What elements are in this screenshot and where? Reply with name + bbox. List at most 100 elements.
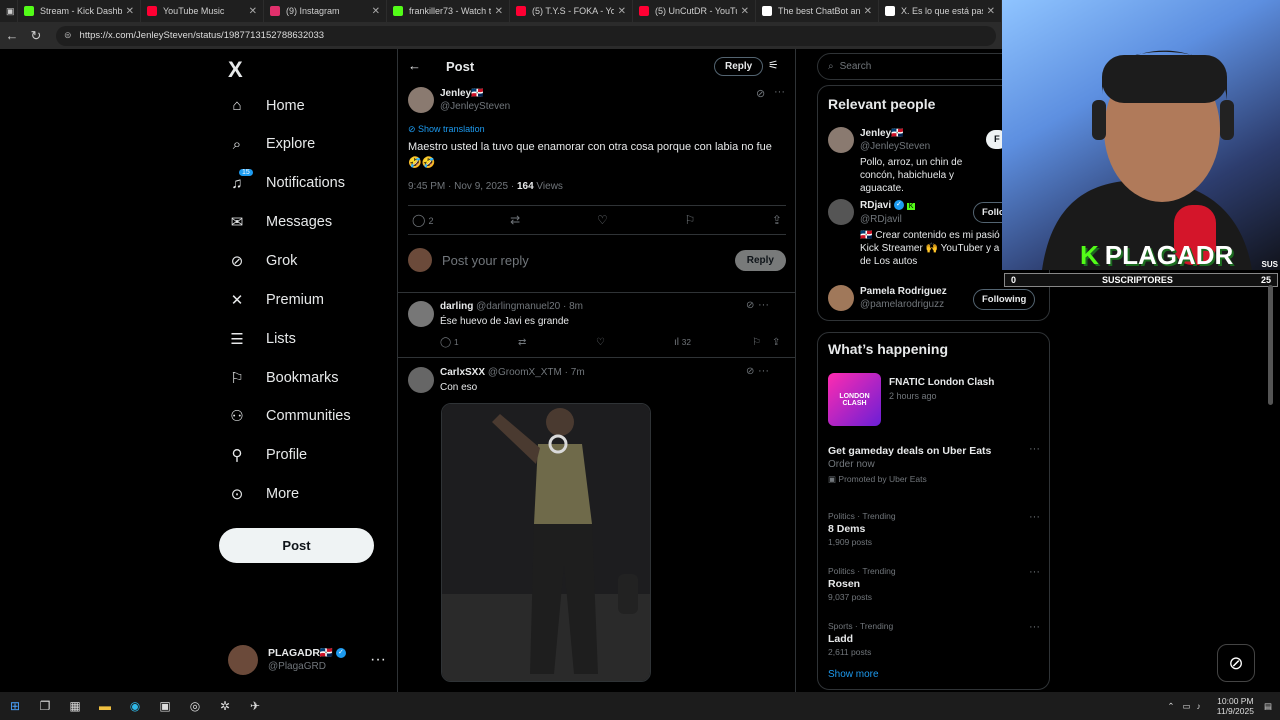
share-icon[interactable]: ⇪ [772,213,782,227]
trend-item[interactable]: Sports · Trending Ladd 2,611 posts ··· [828,621,1040,657]
close-icon[interactable]: ✕ [126,6,134,17]
refresh-icon[interactable]: ↻ [24,28,48,44]
browser-tab[interactable]: (5) UnCutDR - YouTube ✕ [633,0,756,22]
reply-photo[interactable] [441,403,651,682]
post-button[interactable]: Post [219,528,374,563]
volume-icon[interactable]: ♪ [1197,701,1201,711]
bookmark-icon[interactable]: ⚐ [752,337,761,348]
more-icon[interactable]: ··· [758,365,769,377]
post-author[interactable]: Jenley🇩🇴 @JenleySteven [408,87,510,113]
person-name[interactable]: Jenley🇩🇴 [860,127,1000,140]
nav-item-premium[interactable]: ✕ Premium [228,291,324,309]
repost-icon[interactable]: ⇄ [510,213,520,227]
grok-icon[interactable]: ⊘ [756,87,765,100]
show-more-link[interactable]: Show more [828,669,879,680]
more-icon[interactable]: ··· [1029,566,1040,578]
nav-item-explore[interactable]: ⌕ Explore [228,136,315,153]
nav-item-bookmarks[interactable]: ⚐ Bookmarks [228,369,338,387]
browser-tab[interactable]: YouTube Music ✕ [141,0,264,22]
nav-item-grok[interactable]: ⊘ Grok [228,252,298,270]
app-icon[interactable]: ✈ [240,692,270,720]
chevron-up-icon[interactable]: ⌃ [1167,701,1174,712]
avatar[interactable] [408,87,434,113]
grok-icon[interactable]: ⊘ [1217,644,1255,682]
x-logo-icon[interactable]: X [228,57,243,83]
nav-item-messages[interactable]: ✉ Messages [228,213,332,231]
nav-item-communities[interactable]: ⚇ Communities [228,407,350,425]
promo-item[interactable]: Get gameday deals on Uber Eats Order now… [828,443,1040,485]
store-icon[interactable]: ▦ [60,692,90,720]
grok-icon[interactable]: ⊘ [746,300,754,311]
trend-item[interactable]: Politics · Trending 8 Dems 1,909 posts ··· [828,511,1040,547]
notification-icon[interactable]: ▤ [1264,701,1272,712]
back-arrow-icon[interactable]: ← [0,28,24,43]
sliders-icon[interactable]: ⚟ [768,58,779,72]
browser-tab[interactable]: frankiller73 - Watch the ✕ [387,0,510,22]
page-scrollbar[interactable] [1268,285,1273,405]
more-icon[interactable]: ··· [1029,621,1040,633]
avatar[interactable] [408,301,434,327]
browser-tab[interactable]: (5) T.Y.S - FOKA - YouTube ✕ [510,0,633,22]
site-info-icon[interactable]: ⊜ [64,30,72,41]
author-handle[interactable]: @JenleySteven [440,100,510,113]
task-view-icon[interactable]: ❐ [30,692,60,720]
views-icon[interactable]: ıl 32 [674,337,691,348]
like-icon[interactable]: ♡ [597,213,608,227]
more-icon[interactable]: ··· [370,651,386,669]
avatar[interactable] [408,367,434,393]
repost-icon[interactable]: ⇄ [518,337,526,348]
terminal-icon[interactable]: ▣ [150,692,180,720]
event-item[interactable]: LONDON CLASH FNATIC London Clash 2 hours… [828,373,1040,428]
avatar[interactable] [828,199,854,225]
nav-item-profile[interactable]: ⚲ Profile [228,446,308,464]
avatar[interactable] [828,285,854,311]
windows-start-icon[interactable]: ⊞ [0,692,30,720]
share-icon[interactable]: ⇪ [772,337,780,348]
reply-author-name[interactable]: CarlxSXX [440,367,485,378]
reply-icon[interactable]: ◯ 1 [440,337,459,348]
nav-item-notifications[interactable]: ♫ 15 Notifications [228,168,345,192]
edge-icon[interactable]: ◉ [120,692,150,720]
more-icon[interactable]: ··· [774,86,785,98]
grok-icon[interactable]: ⊘ [746,366,754,377]
close-icon[interactable]: ✕ [987,6,995,17]
nav-item-home[interactable]: ⌂ Home [228,97,304,114]
tab-actions-icon[interactable]: ▣ [0,0,18,22]
more-icon[interactable]: ··· [758,299,769,311]
reply-icon[interactable]: ◯ 2 [412,213,433,227]
bookmark-icon[interactable]: ⚐ [684,213,695,227]
trend-item[interactable]: Politics · Trending Rosen 9,037 posts ··· [828,566,1040,602]
post-time[interactable]: 9:45 PM · Nov 9, 2025 · [408,181,517,192]
nav-item-more[interactable]: ⊙ More [228,485,299,503]
close-icon[interactable]: ✕ [249,6,257,17]
reply-input[interactable]: Post your reply [442,253,735,268]
more-icon[interactable]: ··· [1029,511,1040,523]
reply-author-name[interactable]: darling [440,301,473,312]
file-explorer-icon[interactable]: ▬ [90,692,120,720]
close-icon[interactable]: ✕ [495,6,503,17]
browser-tab[interactable]: The best ChatBot and Y ✕ [756,0,879,22]
clock[interactable]: 10:00 PM 11/9/2025 [1217,696,1254,716]
nav-item-lists[interactable]: ☰ Lists [228,330,296,348]
following-button[interactable]: Following [973,289,1036,310]
browser-tab[interactable]: (9) Instagram ✕ [264,0,387,22]
chatgpt-icon[interactable]: ✲ [210,692,240,720]
show-translation-link[interactable]: ⊘ Show translation [408,124,485,135]
network-icon[interactable]: ▭ [1183,701,1191,712]
close-icon[interactable]: ✕ [864,6,872,17]
reply-button[interactable]: Reply [714,57,764,76]
obs-icon[interactable]: ◎ [180,692,210,720]
person-name[interactable]: RDjavi [860,200,891,211]
back-arrow-icon[interactable]: ← [408,58,421,73]
like-icon[interactable]: ♡ [596,337,605,348]
author-name[interactable]: Jenley🇩🇴 [440,87,510,100]
compose-reply-button[interactable]: Reply [734,249,786,271]
account-switcher[interactable]: PLAGADR🇩🇴 ✓ @PlagaGRD ··· [228,645,386,675]
close-icon[interactable]: ✕ [372,6,380,17]
search-input[interactable]: ⌕ Search [817,53,1017,80]
close-icon[interactable]: ✕ [618,6,626,17]
url-field[interactable]: ⊜ https://x.com/JenleySteven/status/19877… [56,25,996,46]
browser-tab[interactable]: X. Es lo que está pasan ✕ [879,0,1002,22]
more-icon[interactable]: ··· [1029,443,1040,455]
avatar[interactable] [828,127,854,153]
